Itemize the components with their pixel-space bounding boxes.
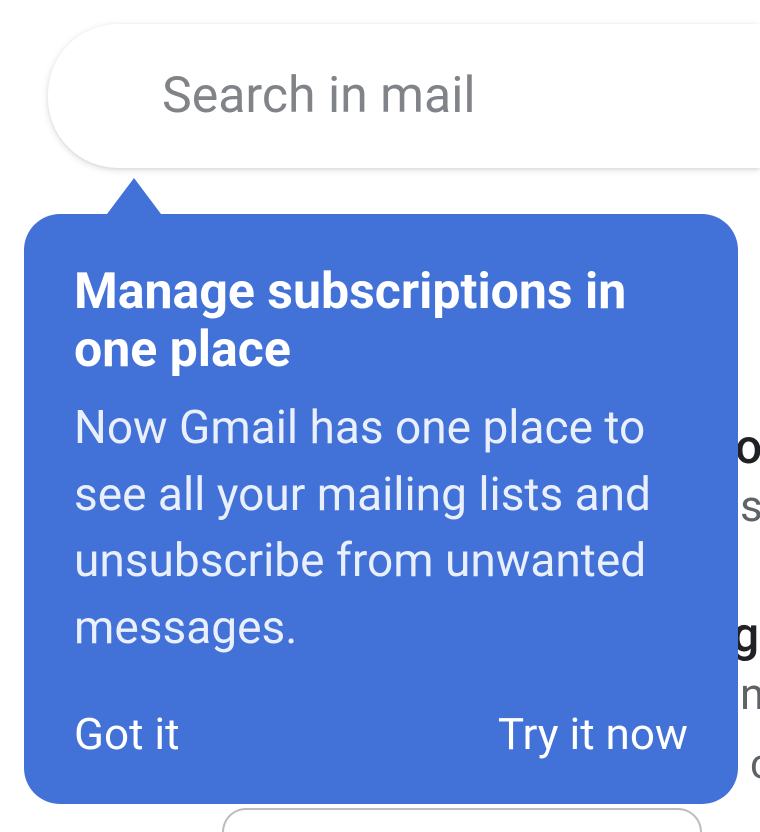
tooltip-body: Now Gmail has one place to see all your …: [74, 395, 688, 662]
obscured-text: ni: [740, 668, 760, 720]
obscured-text: o: [735, 418, 760, 475]
feature-tooltip: Manage subscriptions in one place Now Gm…: [24, 214, 738, 804]
obscured-text: s: [740, 480, 760, 532]
search-input[interactable]: [162, 67, 760, 125]
search-bar: [48, 24, 760, 168]
try-it-now-button[interactable]: Try it now: [498, 702, 688, 766]
tooltip-title: Manage subscriptions in one place: [74, 264, 688, 379]
tooltip-actions: Got it Try it now: [74, 702, 688, 766]
email-chip-outline: [222, 808, 702, 832]
obscured-text: c: [750, 740, 760, 789]
got-it-button[interactable]: Got it: [74, 702, 179, 766]
